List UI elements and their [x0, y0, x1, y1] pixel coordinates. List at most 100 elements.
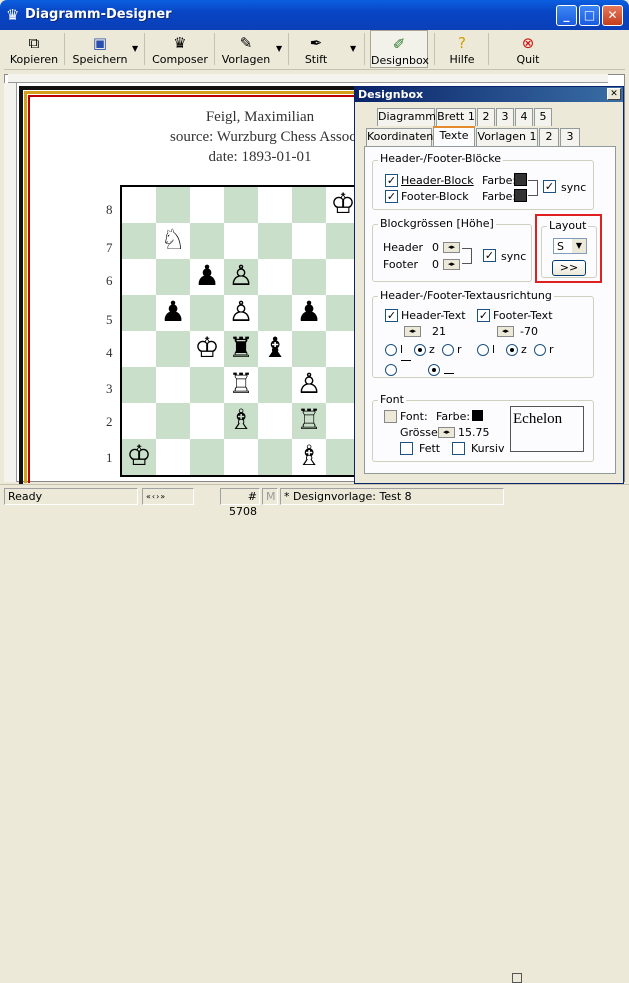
templates-button[interactable]: ✎ Vorlagen [220, 30, 272, 68]
chess-piece[interactable]: ♙ [224, 295, 258, 329]
board-square[interactable] [258, 223, 292, 259]
composer-button[interactable]: ♛ Composer [150, 30, 210, 68]
board-square[interactable] [190, 187, 224, 223]
chess-piece[interactable]: ♗ [224, 403, 258, 437]
board-square[interactable] [156, 259, 190, 295]
close-button[interactable]: ✕ [602, 5, 623, 26]
board-square[interactable] [122, 187, 156, 223]
help-button[interactable]: ? Hilfe [442, 30, 482, 68]
size-sync-checkbox[interactable]: ✓ [483, 249, 496, 262]
header-height-spinner[interactable]: ◂▸ [443, 242, 460, 253]
designbox-button[interactable]: ✐ Designbox [370, 30, 429, 68]
footer-align-right-radio[interactable] [534, 344, 546, 356]
board-square[interactable] [224, 439, 258, 475]
chess-piece[interactable]: ♗ [292, 439, 326, 473]
footer-height-spinner[interactable]: ◂▸ [443, 259, 460, 270]
line-position-bottom-radio[interactable] [428, 364, 440, 376]
footer-offset-spinner[interactable]: ◂▸ [497, 326, 514, 337]
tab-vorlagen-2[interactable]: 2 [539, 128, 559, 146]
pen-button[interactable]: ✒ Stift [296, 30, 336, 68]
tab-brett-2[interactable]: 2 [477, 108, 495, 126]
board-square[interactable] [190, 295, 224, 331]
board-square[interactable] [258, 439, 292, 475]
board-square[interactable] [122, 331, 156, 367]
tab-brett-4[interactable]: 4 [515, 108, 533, 126]
chess-piece[interactable]: ♙ [292, 367, 326, 401]
chess-piece[interactable]: ♟ [190, 259, 224, 293]
line-position-top-radio[interactable] [385, 364, 397, 376]
board-square[interactable] [190, 367, 224, 403]
chess-piece[interactable]: ♙ [224, 259, 258, 293]
footer-text-checkbox[interactable]: ✓ [477, 309, 490, 322]
board-square[interactable] [292, 187, 326, 223]
chess-piece[interactable]: ♟ [292, 295, 326, 329]
tab-vorlagen-1[interactable]: Vorlagen 1 [476, 128, 538, 146]
board-square[interactable] [292, 331, 326, 367]
board-square[interactable] [156, 367, 190, 403]
header-text-checkbox[interactable]: ✓ [385, 309, 398, 322]
copy-button[interactable]: ⧉ Kopieren [8, 30, 60, 68]
color-sync-checkbox[interactable]: ✓ [543, 180, 556, 193]
save-dropdown-icon[interactable]: ▼ [132, 44, 138, 53]
chess-piece[interactable]: ♖ [292, 403, 326, 437]
font-toggle-button[interactable] [384, 410, 397, 423]
board-square[interactable] [156, 187, 190, 223]
board-square[interactable] [190, 439, 224, 475]
board-square[interactable] [122, 295, 156, 331]
board-square[interactable] [258, 367, 292, 403]
tab-brett-3[interactable]: 3 [496, 108, 514, 126]
layout-more-button[interactable]: >> [552, 260, 586, 276]
board-square[interactable] [122, 367, 156, 403]
board-square[interactable] [122, 259, 156, 295]
chess-piece[interactable]: ♟ [156, 295, 190, 329]
tab-texte[interactable]: Texte [433, 126, 475, 146]
tab-diagramm[interactable]: Diagramm [377, 108, 436, 126]
pen-dropdown-icon[interactable]: ▼ [350, 44, 356, 53]
chess-piece[interactable]: ♖ [224, 367, 258, 401]
tab-brett-1[interactable]: Brett 1 [436, 108, 476, 126]
board-square[interactable] [122, 223, 156, 259]
footer-align-left-radio[interactable] [477, 344, 489, 356]
board-square[interactable] [292, 223, 326, 259]
chess-piece[interactable]: ♔ [190, 331, 224, 365]
tab-brett-5[interactable]: 5 [534, 108, 552, 126]
board-square[interactable] [224, 223, 258, 259]
italic-checkbox[interactable] [452, 442, 465, 455]
header-color-swatch[interactable] [514, 173, 527, 186]
board-square[interactable] [258, 403, 292, 439]
record-navigator[interactable]: «‹›» [142, 488, 194, 505]
footer-block-checkbox[interactable]: ✓ [385, 190, 398, 203]
board-square[interactable] [258, 259, 292, 295]
chess-piece[interactable]: ♘ [156, 223, 190, 257]
header-offset-spinner[interactable]: ◂▸ [404, 326, 421, 337]
header-block-checkbox[interactable]: ✓ [385, 174, 398, 187]
chess-piece[interactable]: ♝ [258, 331, 292, 365]
tab-vorlagen-3[interactable]: 3 [560, 128, 580, 146]
board-square[interactable] [292, 259, 326, 295]
board-square[interactable] [190, 223, 224, 259]
chess-piece[interactable]: ♜ [224, 331, 258, 365]
board-square[interactable] [190, 403, 224, 439]
board-square[interactable] [156, 331, 190, 367]
chevron-down-icon[interactable]: ▼ [572, 239, 586, 253]
board-square[interactable] [156, 403, 190, 439]
header-align-left-radio[interactable] [385, 344, 397, 356]
chess-board[interactable]: ♔ ♘ ♟ ♙ ♟ ♙ ♟ ♔ ♜ ♝ ♖ ♙ ♗ ♖ ♔ ♗ [120, 185, 364, 477]
templates-dropdown-icon[interactable]: ▼ [276, 44, 282, 53]
footer-color-swatch[interactable] [514, 189, 527, 202]
designbox-close-button[interactable]: ✕ [607, 88, 621, 100]
minimize-button[interactable]: _ [556, 5, 577, 26]
board-square[interactable] [224, 187, 258, 223]
bold-checkbox[interactable] [400, 442, 413, 455]
header-align-right-radio[interactable] [442, 344, 454, 356]
board-square[interactable] [122, 403, 156, 439]
footer-align-center-radio[interactable] [506, 344, 518, 356]
layout-select[interactable]: S ▼ [553, 238, 587, 254]
board-square[interactable] [156, 439, 190, 475]
font-size-spinner[interactable]: ◂▸ [438, 427, 455, 438]
chess-piece[interactable]: ♔ [122, 439, 156, 473]
tab-koordinaten[interactable]: Koordinaten [366, 128, 433, 146]
maximize-button[interactable]: □ [579, 5, 600, 26]
board-square[interactable] [258, 187, 292, 223]
font-color-swatch[interactable] [472, 410, 483, 421]
